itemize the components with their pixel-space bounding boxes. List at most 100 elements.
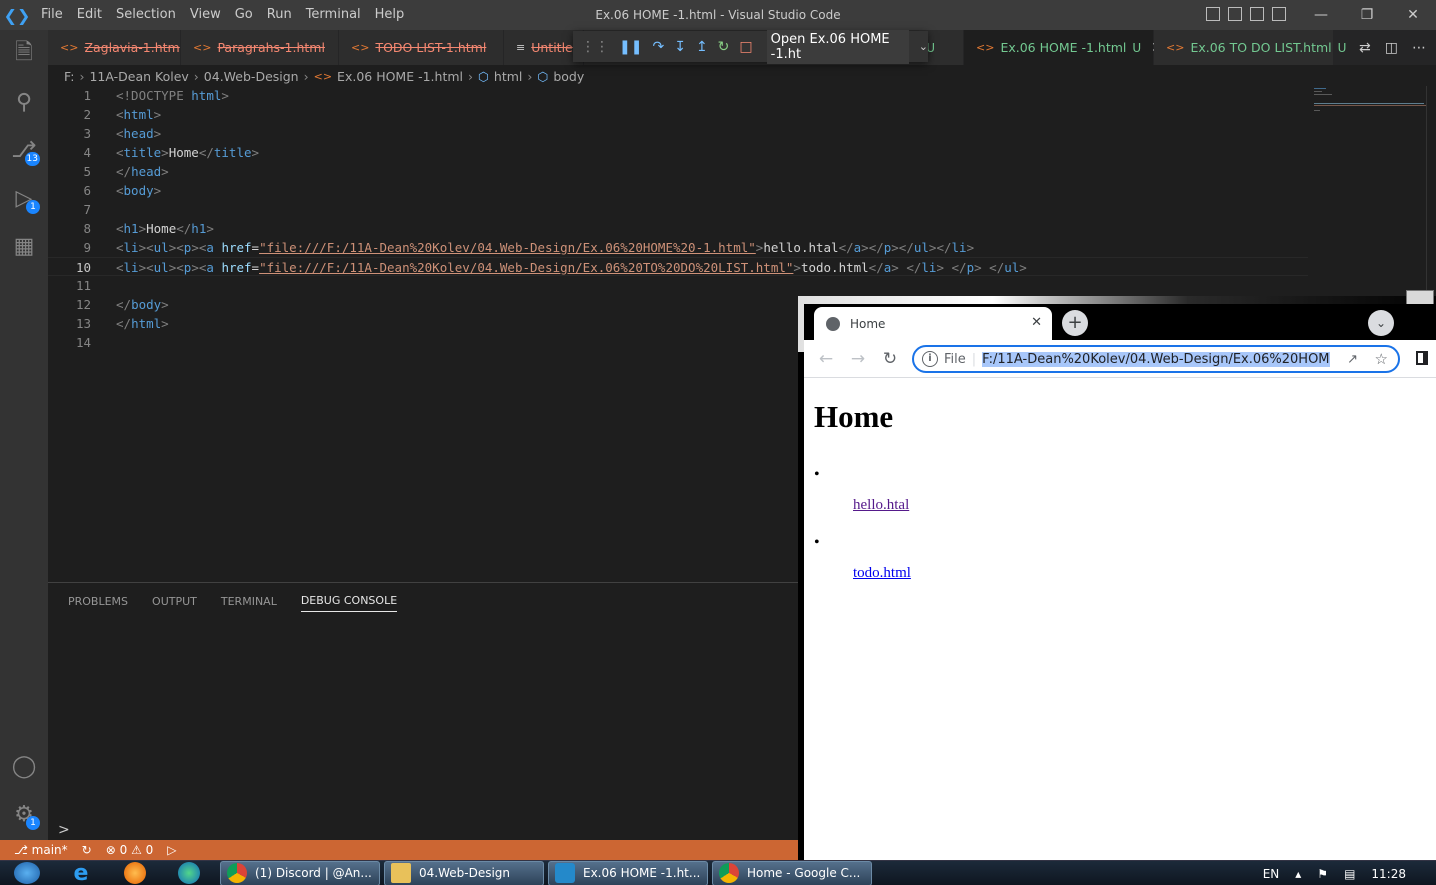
sync-icon[interactable]: ↻ bbox=[82, 843, 92, 857]
taskbar-explorer[interactable]: 04.Web-Design bbox=[384, 860, 544, 885]
edge-icon[interactable] bbox=[162, 861, 216, 885]
manage-gear-icon[interactable]: ⚙ 1 bbox=[0, 790, 48, 838]
open-changes-icon[interactable]: ⇄ bbox=[1359, 40, 1371, 56]
minimap[interactable] bbox=[1314, 86, 1426, 126]
start-button[interactable] bbox=[0, 861, 54, 885]
more-actions-icon[interactable]: ⋯ bbox=[1412, 40, 1426, 56]
tab-ex06-todo[interactable]: <> Ex.06 TO DO LIST.html U bbox=[1154, 30, 1346, 65]
debug-config-select[interactable]: Open Ex.06 HOME -1.ht bbox=[766, 29, 909, 64]
line-number: 5 bbox=[83, 164, 91, 179]
desktop: ❮❯ File Edit Selection View Go Run Termi… bbox=[0, 0, 1436, 885]
drag-handle-icon[interactable]: ⋮⋮ bbox=[581, 39, 609, 55]
close-tab-icon[interactable]: ✕ bbox=[1031, 315, 1042, 330]
breadcrumb-drive[interactable]: F: bbox=[64, 69, 74, 84]
restart-icon[interactable]: ↻ bbox=[718, 39, 730, 55]
stop-icon[interactable]: □ bbox=[739, 39, 752, 55]
tab-paragrahs[interactable]: <> Paragrahs-1.html bbox=[181, 30, 339, 65]
address-bar[interactable]: i File | F:/11A-Dean%20Kolev/04.Web-Desi… bbox=[912, 345, 1400, 373]
taskbar-chrome[interactable]: Home - Google C... bbox=[712, 860, 872, 885]
git-branch[interactable]: ⎇ main* bbox=[14, 843, 68, 857]
accounts-icon[interactable]: ◯ bbox=[0, 742, 48, 790]
href-value[interactable]: "file:///F:/11A-Dean%20Kolev/04.Web-Desi… bbox=[259, 240, 756, 255]
language-indicator[interactable]: EN bbox=[1263, 867, 1280, 881]
link-text: todo.html bbox=[800, 260, 869, 275]
element-icon: ⬡ bbox=[478, 68, 489, 84]
breadcrumb-symbol[interactable]: body bbox=[553, 69, 584, 84]
hello-link[interactable]: hello.htal bbox=[853, 497, 909, 514]
code-line: 6 <body> bbox=[48, 181, 1308, 200]
url-text[interactable]: F:/11A-Dean%20Kolev/04.Web-Design/Ex.06%… bbox=[982, 351, 1331, 367]
menu-run[interactable]: Run bbox=[260, 0, 299, 30]
restore-icon[interactable]: ❐ bbox=[1344, 0, 1390, 30]
run-debug-icon[interactable]: ▷ 1 bbox=[0, 174, 48, 222]
toggle-secondary-sidebar-icon[interactable] bbox=[1250, 7, 1264, 21]
chrome-tab-home[interactable]: Home ✕ bbox=[814, 307, 1052, 340]
tab-debug-console[interactable]: DEBUG CONSOLE bbox=[300, 590, 398, 612]
step-out-icon[interactable]: ↥ bbox=[696, 39, 708, 55]
tab-untitled[interactable]: ≡ Untitle bbox=[504, 30, 584, 65]
tab-label: Ex.06 TO DO LIST.html bbox=[1190, 40, 1332, 55]
tray-chevron-icon[interactable]: ▴ bbox=[1295, 867, 1301, 881]
search-icon[interactable]: ⚲ bbox=[0, 78, 48, 126]
split-editor-icon[interactable]: ◫ bbox=[1385, 40, 1398, 56]
step-over-icon[interactable]: ↷ bbox=[652, 39, 664, 55]
tab-todo-list[interactable]: <> TODO LIST-1.html bbox=[339, 30, 504, 65]
tab-ex06-home[interactable]: <>Ex.06 HOME -1.htmlU✕ bbox=[964, 30, 1163, 65]
pause-icon[interactable]: ❚❚ bbox=[619, 39, 642, 55]
taskbar-vscode[interactable]: Ex.06 HOME -1.ht... bbox=[548, 860, 708, 885]
todo-link[interactable]: todo.html bbox=[853, 565, 911, 582]
menu-help[interactable]: Help bbox=[368, 0, 412, 30]
debug-status-icon[interactable]: ▷ bbox=[167, 843, 176, 857]
tab-search-chevron-icon[interactable]: ⌄ bbox=[1368, 310, 1394, 336]
firefox-icon[interactable] bbox=[108, 861, 162, 885]
folder-icon bbox=[391, 863, 411, 883]
tab-label: TODO LIST-1.html bbox=[375, 40, 487, 55]
action-center-flag-icon[interactable]: ⚑ bbox=[1317, 867, 1328, 881]
tab-zaglavia[interactable]: <> Zaglavia-1.htm bbox=[48, 30, 181, 65]
share-icon[interactable]: ↗ bbox=[1347, 352, 1358, 367]
menu-view[interactable]: View bbox=[183, 0, 228, 30]
forward-arrow-icon[interactable]: → bbox=[842, 349, 874, 369]
problems-status[interactable]: ⊗ 0 ⚠ 0 bbox=[106, 843, 154, 857]
clock[interactable]: 11:28 bbox=[1371, 867, 1406, 881]
toggle-primary-sidebar-icon[interactable] bbox=[1206, 7, 1220, 21]
menu-edit[interactable]: Edit bbox=[70, 0, 109, 30]
close-icon[interactable]: ✕ bbox=[1390, 0, 1436, 30]
menu-selection[interactable]: Selection bbox=[109, 0, 183, 30]
menu-file[interactable]: File bbox=[34, 0, 70, 30]
chevron-down-icon[interactable]: ⌄ bbox=[919, 40, 928, 53]
bookmark-star-icon[interactable]: ☆ bbox=[1375, 350, 1388, 368]
tag-name: body bbox=[131, 297, 162, 312]
breadcrumb-folder[interactable]: 11A-Dean Kolev bbox=[89, 69, 188, 84]
breadcrumb-file[interactable]: Ex.06 HOME -1.html bbox=[337, 69, 463, 84]
debug-console-prompt[interactable]: > bbox=[58, 822, 70, 838]
minimize-icon[interactable]: — bbox=[1298, 0, 1344, 30]
back-arrow-icon[interactable]: ← bbox=[810, 349, 842, 369]
extensions-icon[interactable]: ▦ bbox=[0, 222, 48, 270]
new-tab-button[interactable]: + bbox=[1062, 310, 1088, 336]
source-control-icon[interactable]: ⎇ 13 bbox=[0, 126, 48, 174]
error-count: 0 bbox=[119, 843, 128, 857]
element-icon: ⬡ bbox=[537, 68, 549, 84]
tab-problems[interactable]: PROBLEMS bbox=[68, 591, 128, 612]
info-icon[interactable]: i bbox=[922, 351, 938, 367]
internet-explorer-icon[interactable]: e bbox=[54, 861, 108, 885]
href-value[interactable]: "file:///F:/11A-Dean%20Kolev/04.Web-Desi… bbox=[259, 260, 793, 275]
step-into-icon[interactable]: ↧ bbox=[674, 39, 686, 55]
html-file-icon: <> bbox=[1166, 41, 1185, 54]
breadcrumb-symbol[interactable]: html bbox=[494, 69, 522, 84]
breadcrumb-folder[interactable]: 04.Web-Design bbox=[204, 69, 299, 84]
toggle-panel-icon[interactable] bbox=[1228, 7, 1242, 21]
explorer-icon[interactable]: 🗎 bbox=[0, 30, 48, 78]
reload-icon[interactable]: ↻ bbox=[874, 349, 906, 369]
tab-output[interactable]: OUTPUT bbox=[152, 591, 197, 612]
code-line: 9 <li><ul><p><a href="file:///F:/11A-Dean… bbox=[48, 238, 1308, 257]
menu-terminal[interactable]: Terminal bbox=[299, 0, 368, 30]
network-icon[interactable]: ▤ bbox=[1344, 867, 1355, 881]
taskbar-discord[interactable]: (1) Discord | @An... bbox=[220, 860, 380, 885]
customize-layout-icon[interactable] bbox=[1272, 7, 1286, 21]
list-bullet: • bbox=[814, 466, 820, 483]
side-panel-icon[interactable] bbox=[1416, 351, 1428, 365]
tab-terminal[interactable]: TERMINAL bbox=[221, 591, 277, 612]
menu-go[interactable]: Go bbox=[228, 0, 260, 30]
